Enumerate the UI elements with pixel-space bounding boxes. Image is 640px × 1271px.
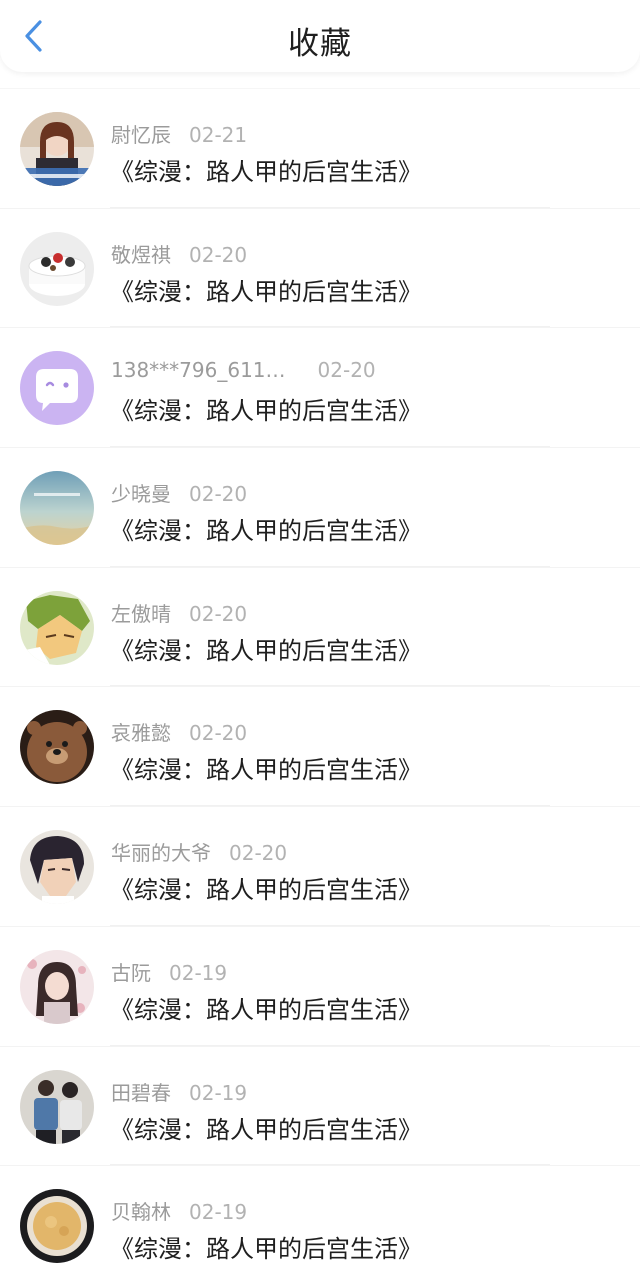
item-date: 02-19 xyxy=(189,1200,248,1225)
book-title[interactable]: 《综漫：路人甲的后宫生活》 xyxy=(110,152,422,187)
bear-avatar[interactable] xyxy=(20,710,94,785)
book-title[interactable]: 《综漫：路人甲的后宫生活》 xyxy=(110,391,422,426)
page-title: 收藏 xyxy=(288,26,352,62)
item-date: 02-20 xyxy=(189,482,248,507)
book-title[interactable]: 《综漫：路人甲的后宫生活》 xyxy=(110,511,422,546)
list-item[interactable]: 古阮 02-19 《综漫：路人甲的后宫生活》 xyxy=(0,925,640,1046)
list-item[interactable]: 少晓曼 02-20 《综漫：路人甲的后宫生活》 xyxy=(0,447,640,567)
item-meta: 敬煜祺 02-20 xyxy=(111,239,247,268)
favorites-page: 收藏 尉忆辰 02-21 《综漫：路人甲的后宫生活》 敬煜祺 02-20 《综漫… xyxy=(0,0,640,1271)
item-date: 02-20 xyxy=(189,242,248,267)
list-item[interactable]: 左傲晴 02-20 《综漫：路人甲的后宫生活》 xyxy=(0,566,640,687)
item-meta: 左傲晴 02-20 xyxy=(111,598,247,627)
anime-man-avatar[interactable] xyxy=(20,830,94,905)
user-name[interactable]: 贝翰林 xyxy=(111,1200,171,1224)
user-name[interactable]: 哀雅懿 xyxy=(111,721,171,745)
item-date: 02-20 xyxy=(189,601,248,626)
list-item[interactable]: 贝翰林 02-19 《综漫：路人甲的后宫生活》 xyxy=(0,1165,640,1271)
coffee-avatar[interactable] xyxy=(20,1189,94,1264)
list-item[interactable]: 敬煜祺 02-20 《综漫：路人甲的后宫生活》 xyxy=(0,207,640,328)
book-title[interactable]: 《综漫：路人甲的后宫生活》 xyxy=(110,272,422,307)
list-item[interactable]: 尉忆辰 02-21 《综漫：路人甲的后宫生活》 xyxy=(0,88,640,208)
item-meta: 少晓曼 02-20 xyxy=(111,478,247,507)
item-date: 02-20 xyxy=(189,721,248,746)
user-name[interactable]: 敬煜祺 xyxy=(111,243,171,267)
list-item[interactable]: 哀雅懿 02-20 《综漫：路人甲的后宫生活》 xyxy=(0,686,640,807)
item-date: 02-20 xyxy=(229,841,288,866)
item-meta: 贝翰林 02-19 xyxy=(111,1196,247,1225)
item-date: 02-21 xyxy=(189,123,248,147)
item-meta: 华丽的大爷 02-20 xyxy=(111,837,287,866)
book-title[interactable]: 《综漫：路人甲的后宫生活》 xyxy=(110,1229,422,1264)
user-name[interactable]: 尉忆辰 xyxy=(111,123,171,147)
top-navigation-bar: 收藏 xyxy=(0,0,640,72)
item-meta: 田碧春 02-19 xyxy=(111,1077,247,1106)
book-title[interactable]: 《综漫：路人甲的后宫生活》 xyxy=(110,631,422,666)
list-item[interactable]: 田碧春 02-19 《综漫：路人甲的后宫生活》 xyxy=(0,1045,640,1166)
item-date: 02-19 xyxy=(169,960,228,985)
couple-avatar[interactable] xyxy=(20,1069,94,1144)
user-name[interactable]: 华丽的大爷 xyxy=(111,841,211,865)
item-date: 02-20 xyxy=(317,358,376,383)
book-title[interactable]: 《综漫：路人甲的后宫生活》 xyxy=(110,990,422,1025)
cake-avatar[interactable] xyxy=(20,231,94,306)
item-date: 02-19 xyxy=(189,1080,248,1105)
list-item[interactable]: 华丽的大爷 02-20 《综漫：路人甲的后宫生活》 xyxy=(0,806,640,926)
user-name[interactable]: 古阮 xyxy=(111,961,151,985)
user-name[interactable]: 138***796_611… xyxy=(111,358,286,382)
item-meta: 哀雅懿 02-20 xyxy=(111,717,247,746)
sky-avatar[interactable] xyxy=(20,471,94,546)
anime-boy-avatar[interactable] xyxy=(20,590,94,665)
book-title[interactable]: 《综漫：路人甲的后宫生活》 xyxy=(110,870,422,905)
item-meta: 古阮 02-19 xyxy=(111,957,227,986)
favorites-list: 尉忆辰 02-21 《综漫：路人甲的后宫生活》 敬煜祺 02-20 《综漫：路人… xyxy=(0,88,640,1271)
photo-girl-avatar[interactable] xyxy=(20,112,94,186)
list-item[interactable]: 138***796_611… 02-20 《综漫：路人甲的后宫生活》 xyxy=(0,327,640,448)
user-name[interactable]: 少晓曼 xyxy=(111,482,171,506)
book-title[interactable]: 《综漫：路人甲的后宫生活》 xyxy=(110,1110,422,1145)
item-meta: 尉忆辰 02-21 xyxy=(111,119,247,148)
user-name[interactable]: 田碧春 xyxy=(111,1081,171,1105)
chat-bubble-avatar[interactable] xyxy=(20,351,94,426)
user-name[interactable]: 左傲晴 xyxy=(111,602,171,626)
book-title[interactable]: 《综漫：路人甲的后宫生活》 xyxy=(110,750,422,785)
anime-girl-avatar[interactable] xyxy=(20,949,94,1024)
item-meta: 138***796_611… 02-20 xyxy=(111,358,376,382)
